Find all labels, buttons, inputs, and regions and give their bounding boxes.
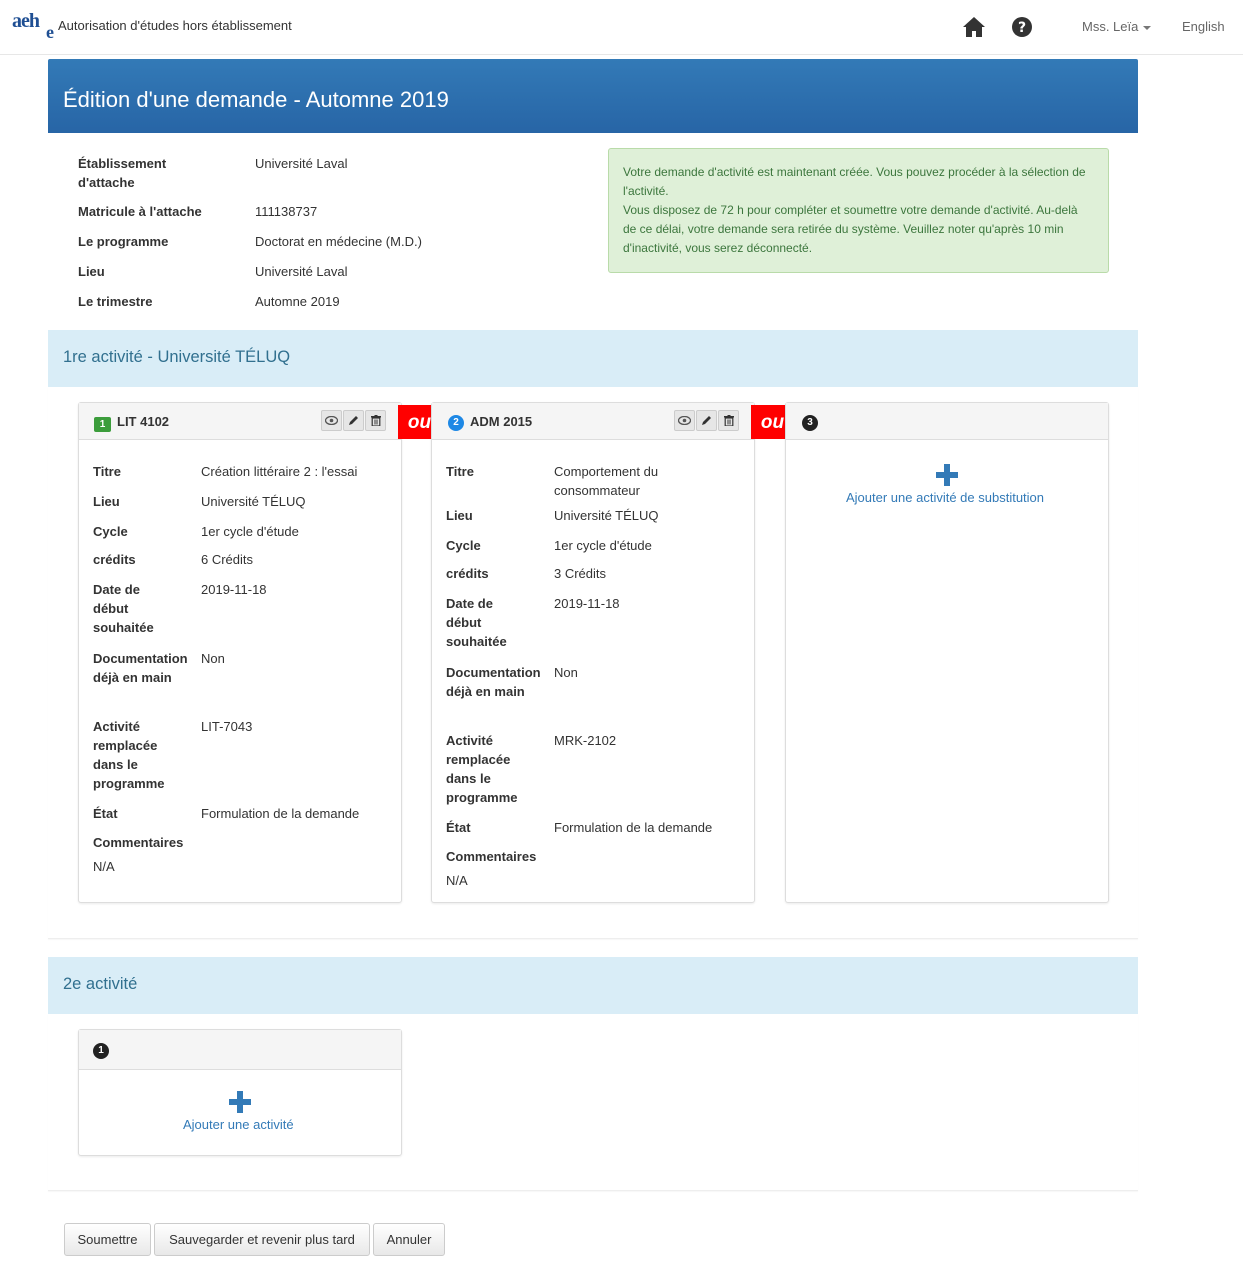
page-header: Édition d'une demande - Automne 2019 [48, 59, 1138, 133]
activity-card-2: 2 ADM 2015 Titre Comportement du consomm… [431, 402, 755, 903]
field-value-documentation: Non [554, 665, 578, 680]
save-and-return-later-button[interactable]: Sauvegarder et revenir plus tard [154, 1223, 370, 1256]
cancel-button[interactable]: Annuler [373, 1223, 445, 1256]
field-label-replaced-activity: Activité remplacée dans le programme [446, 733, 518, 805]
card-number-badge: 3 [802, 415, 818, 431]
success-alert: Votre demande d'activité est maintenant … [608, 148, 1109, 273]
trash-icon[interactable] [365, 410, 386, 431]
field-label-documentation: Documentation déjà en main [446, 665, 541, 699]
question-circle-icon[interactable]: ? [1011, 16, 1033, 38]
section-2-header: 2e activité [48, 957, 1138, 1014]
activity-card-1: 1 LIT 4102 Titre Création littéraire 2 :… [78, 402, 402, 903]
svg-text:?: ? [1018, 20, 1026, 36]
field-label-status: État [446, 820, 471, 835]
add-substitution-activity-link[interactable]: Ajouter une activité de substitution [846, 490, 1044, 505]
plus-icon[interactable] [229, 1091, 251, 1113]
alert-line-2: Vous disposez de 72 h pour compléter et … [623, 203, 1078, 255]
field-label-start-date: Date de début souhaitée [93, 582, 154, 635]
field-value-comments: N/A [93, 859, 115, 874]
info-value-program: Doctorat en médecine (M.D.) [255, 234, 422, 249]
field-value-cycle: 1er cycle d'étude [554, 538, 652, 553]
pencil-icon[interactable] [343, 410, 364, 431]
info-value-establishment: Université Laval [255, 156, 348, 171]
card-number-badge: 1 [94, 417, 111, 432]
field-label-title: Titre [93, 464, 121, 479]
field-value-start-date: 2019-11-18 [554, 596, 620, 611]
info-value-term: Automne 2019 [255, 294, 340, 309]
caret-down-icon [1143, 25, 1152, 30]
field-label-start-date: Date de début souhaitée [446, 596, 507, 649]
trash-icon[interactable] [718, 410, 739, 431]
field-value-location: Université TÉLUQ [201, 494, 306, 509]
field-label-comments: Commentaires [93, 835, 184, 850]
plus-icon[interactable] [936, 464, 958, 486]
field-value-start-date: 2019-11-18 [201, 582, 267, 597]
field-label-title: Titre [446, 464, 474, 479]
info-label-matricule: Matricule à l'attache [78, 204, 202, 219]
field-label-credits: crédits [93, 552, 136, 567]
info-label-establishment: Établissement d'attache [78, 156, 167, 190]
eye-icon[interactable] [321, 410, 342, 431]
page-title: Édition d'une demande - Automne 2019 [63, 87, 449, 112]
card-header: 2 ADM 2015 [432, 403, 754, 440]
info-value-matricule: 111138737 [255, 204, 318, 219]
top-navbar: aeh e Autorisation d'études hors établis… [0, 0, 1243, 55]
field-value-status: Formulation de la demande [554, 820, 713, 835]
card-header: 3 [786, 403, 1108, 440]
field-label-status: État [93, 806, 118, 821]
card-activity-code: ADM 2015 [470, 414, 533, 429]
field-value-credits: 3 Crédits [554, 566, 607, 581]
eye-icon[interactable] [674, 410, 695, 431]
card-header: 1 [79, 1030, 401, 1070]
language-link[interactable]: English [1182, 19, 1225, 34]
alert-line-1: Votre demande d'activité est maintenant … [623, 165, 1086, 198]
pencil-icon[interactable] [696, 410, 717, 431]
info-value-location: Université Laval [255, 264, 348, 279]
submit-button[interactable]: Soumettre [64, 1223, 151, 1256]
field-value-cycle: 1er cycle d'étude [201, 524, 299, 539]
home-icon[interactable] [962, 16, 986, 38]
field-value-status: Formulation de la demande [201, 806, 360, 821]
card-tools [320, 410, 386, 431]
field-value-replaced-activity: LIT-7043 [201, 719, 253, 734]
section-1-header: 1re activité - Université TÉLUQ [48, 330, 1138, 387]
field-value-location: Université TÉLUQ [554, 508, 659, 523]
field-label-cycle: Cycle [93, 524, 128, 539]
info-label-location: Lieu [78, 264, 105, 279]
field-label-credits: crédits [446, 566, 489, 581]
field-value-replaced-activity: MRK-2102 [554, 733, 617, 748]
field-label-documentation: Documentation déjà en main [93, 651, 188, 685]
app-title: Autorisation d'études hors établissement [58, 18, 292, 33]
field-value-title: Création littéraire 2 : l'essai [201, 464, 358, 479]
field-value-title: Comportement du consommateur [554, 464, 659, 498]
info-label-term: Le trimestre [78, 294, 153, 309]
aehe-logo[interactable]: aeh e [12, 8, 56, 48]
card-number-badge: 2 [448, 415, 464, 431]
field-value-comments: N/A [446, 873, 468, 888]
activity-card-section2: 1 Ajouter une activité [78, 1029, 402, 1156]
field-label-location: Lieu [93, 494, 120, 509]
card-activity-code: LIT 4102 [117, 414, 170, 429]
user-menu[interactable]: Mss. Leïa [1082, 19, 1152, 34]
field-label-location: Lieu [446, 508, 473, 523]
field-value-documentation: Non [201, 651, 225, 666]
field-label-replaced-activity: Activité remplacée dans le programme [93, 719, 165, 791]
field-label-comments: Commentaires [446, 849, 537, 864]
user-name: Mss. Leïa [1082, 19, 1139, 34]
card-header: 1 LIT 4102 [79, 403, 401, 440]
card-tools [673, 410, 739, 431]
activity-card-3: 3 Ajouter une activité de substitution [785, 402, 1109, 903]
info-label-program: Le programme [78, 234, 169, 249]
add-activity-link[interactable]: Ajouter une activité [183, 1117, 294, 1132]
card-number-badge: 1 [93, 1043, 109, 1059]
field-value-credits: 6 Crédits [201, 552, 254, 567]
field-label-cycle: Cycle [446, 538, 481, 553]
